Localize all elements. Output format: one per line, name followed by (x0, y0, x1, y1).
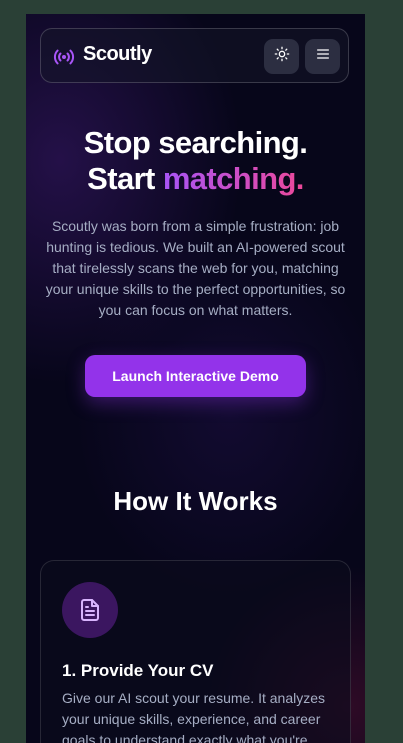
hero-title-plain: Start (87, 161, 163, 196)
menu-button[interactable] (305, 39, 340, 74)
radio-broadcast-icon (52, 45, 76, 69)
hero-title: Stop searching. Start matching. (26, 125, 365, 197)
step-title: 1. Provide Your CV (62, 661, 214, 680)
hamburger-menu-icon (315, 46, 331, 67)
hero-description: Scoutly was born from a simple frustrati… (45, 218, 346, 318)
document-icon (62, 582, 118, 638)
step-description: Give our AI scout your resume. It analyz… (62, 690, 326, 743)
launch-demo-button[interactable]: Launch Interactive Demo (85, 355, 306, 397)
hero-title-accent: matching. (162, 161, 305, 196)
sun-icon (274, 46, 290, 67)
hero-title-line1: Stop searching. (83, 125, 308, 160)
how-it-works-title: How It Works (113, 486, 278, 516)
theme-toggle-button[interactable] (264, 39, 299, 74)
step-card: 1. Provide Your CV Give our AI scout you… (40, 560, 351, 743)
brand-name[interactable]: Scoutly (83, 43, 152, 66)
top-navbar: Scoutly (40, 28, 349, 83)
app-viewport: Scoutly Stop searching. Start matching. … (26, 14, 365, 743)
hero-title-line2: Start matching. (26, 161, 365, 197)
